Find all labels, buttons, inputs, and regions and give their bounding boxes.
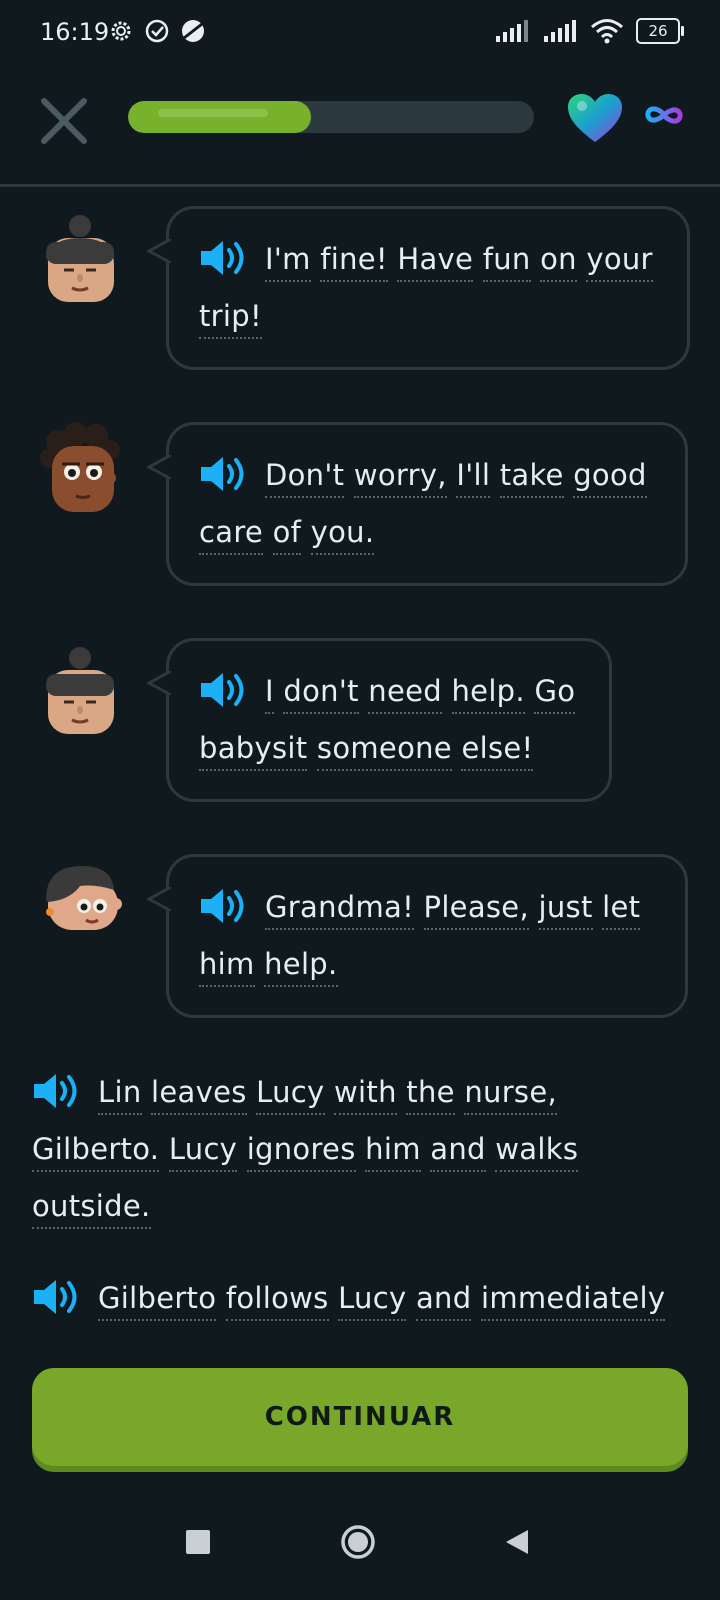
word[interactable]: Gilberto.	[32, 1132, 160, 1172]
narration-paragraph: Gilberto follows Lucy and immediately	[32, 1270, 712, 1327]
progress-fill	[128, 101, 311, 133]
status-bar: 16:19 26	[0, 0, 720, 70]
narration-line[interactable]: Lin leaves Lucy with the nurse,	[98, 1075, 557, 1115]
narration-paragraph: Lin leaves Lucy with the nurse, Gilberto…	[32, 1064, 692, 1235]
clock: 16:19	[40, 18, 110, 46]
word[interactable]: on	[540, 242, 577, 282]
narration-line[interactable]: Gilberto follows Lucy and immediately	[98, 1281, 666, 1321]
avatar-woman-bun-icon	[46, 215, 114, 302]
word[interactable]: Please,	[423, 890, 529, 930]
speaker-icon[interactable]	[32, 1278, 80, 1316]
word[interactable]: fun	[482, 242, 531, 282]
status-notification-icons	[108, 18, 206, 44]
dialogue-line-4[interactable]: Grandma! Please, just let	[265, 890, 641, 930]
word[interactable]: Lucy	[338, 1281, 407, 1321]
lesson-progress-bar	[128, 101, 534, 133]
word[interactable]: I'll	[456, 458, 491, 498]
word[interactable]: help.	[264, 947, 338, 987]
word[interactable]: walks	[495, 1132, 579, 1172]
word[interactable]: need	[368, 674, 442, 714]
word[interactable]: Grandma!	[265, 890, 414, 930]
word[interactable]: with	[334, 1075, 397, 1115]
close-icon[interactable]	[38, 95, 90, 147]
dialogue-line-2[interactable]: Don't worry, I'll take good	[265, 458, 647, 498]
word[interactable]: you.	[310, 515, 375, 555]
dialogue-line-1[interactable]: I'm fine! Have fun on your	[265, 242, 653, 282]
word[interactable]: and	[430, 1132, 486, 1172]
word[interactable]: just	[538, 890, 593, 930]
status-system-icons: 26	[494, 18, 684, 44]
word[interactable]: your	[586, 242, 653, 282]
dialogue-line-3b[interactable]: babysit someone else!	[199, 731, 534, 771]
word[interactable]: help.	[451, 674, 525, 714]
narration-line[interactable]: outside.	[32, 1189, 151, 1229]
word[interactable]: Gilberto	[98, 1281, 217, 1321]
word[interactable]: of	[272, 515, 302, 555]
system-navigation-bar	[0, 1500, 720, 1600]
speech-bubble: I don't need help. Go babysit someone el…	[147, 638, 612, 802]
avatar-woman-short-hair-icon	[46, 866, 122, 930]
word[interactable]: Go	[534, 674, 576, 714]
continue-button[interactable]: CONTINUAR	[32, 1368, 688, 1466]
word[interactable]: don't	[283, 674, 359, 714]
word[interactable]: fine!	[320, 242, 388, 282]
planet-icon	[182, 20, 204, 42]
word[interactable]: Lucy	[168, 1132, 238, 1172]
speaker-icon[interactable]	[199, 887, 247, 925]
home-icon[interactable]	[340, 1524, 376, 1560]
speech-bubble: I'm fine! Have fun on your trip!	[147, 206, 690, 370]
signal-icon	[496, 20, 528, 42]
word[interactable]: I	[265, 674, 274, 714]
speaker-icon[interactable]	[32, 1072, 80, 1110]
word[interactable]: and	[415, 1281, 472, 1321]
recent-apps-icon[interactable]	[186, 1530, 210, 1554]
word[interactable]: care	[199, 515, 264, 555]
word[interactable]: Don't	[265, 458, 345, 498]
narration-line[interactable]: Gilberto. Lucy ignores him and walks	[32, 1132, 579, 1172]
dialogue-line-3[interactable]: I don't need help. Go	[265, 674, 576, 714]
battery-indicator: 26	[636, 18, 684, 44]
speaker-icon[interactable]	[199, 239, 247, 277]
speech-bubble: Don't worry, I'll take good care of you.	[147, 422, 688, 586]
word[interactable]: I'm	[265, 242, 311, 282]
signal-icon-2	[544, 20, 576, 42]
avatar-woman-bun-icon	[46, 647, 114, 734]
heart-icon[interactable]	[566, 92, 624, 144]
word[interactable]: nurse,	[464, 1075, 557, 1115]
wifi-icon	[591, 19, 623, 44]
back-icon[interactable]	[504, 1528, 530, 1556]
word[interactable]: else!	[461, 731, 534, 771]
word[interactable]: ignores	[246, 1132, 356, 1172]
word[interactable]: someone	[316, 731, 452, 771]
speaker-icon[interactable]	[199, 455, 247, 493]
dialogue-line-2b[interactable]: care of you.	[199, 515, 375, 555]
word[interactable]: leaves	[151, 1075, 247, 1115]
lesson-header	[0, 80, 720, 187]
word[interactable]: follows	[225, 1281, 329, 1321]
word[interactable]: good	[573, 458, 647, 498]
word[interactable]: babysit	[199, 731, 308, 771]
word[interactable]: let	[602, 890, 641, 930]
word[interactable]: immediately	[480, 1281, 666, 1321]
check-circle-icon	[145, 19, 169, 43]
word[interactable]: take	[499, 458, 564, 498]
word[interactable]: Have	[397, 242, 474, 282]
word[interactable]: trip!	[199, 299, 262, 339]
word[interactable]: him	[199, 947, 255, 987]
infinity-icon	[645, 106, 683, 124]
word[interactable]: worry,	[353, 458, 447, 498]
speaker-icon[interactable]	[199, 671, 247, 709]
word[interactable]: Lucy	[256, 1075, 325, 1115]
word[interactable]: him	[365, 1132, 421, 1172]
word[interactable]: the	[406, 1075, 455, 1115]
settings-gear-icon	[111, 21, 131, 41]
avatar-woman-curly-icon	[40, 422, 120, 512]
word[interactable]: Lin	[98, 1075, 142, 1115]
dialogue-line-1b[interactable]: trip!	[199, 299, 262, 339]
speech-bubble: Grandma! Please, just let him help.	[147, 854, 688, 1018]
word[interactable]: outside.	[32, 1189, 151, 1229]
dialogue-line-4b[interactable]: him help.	[199, 947, 338, 987]
